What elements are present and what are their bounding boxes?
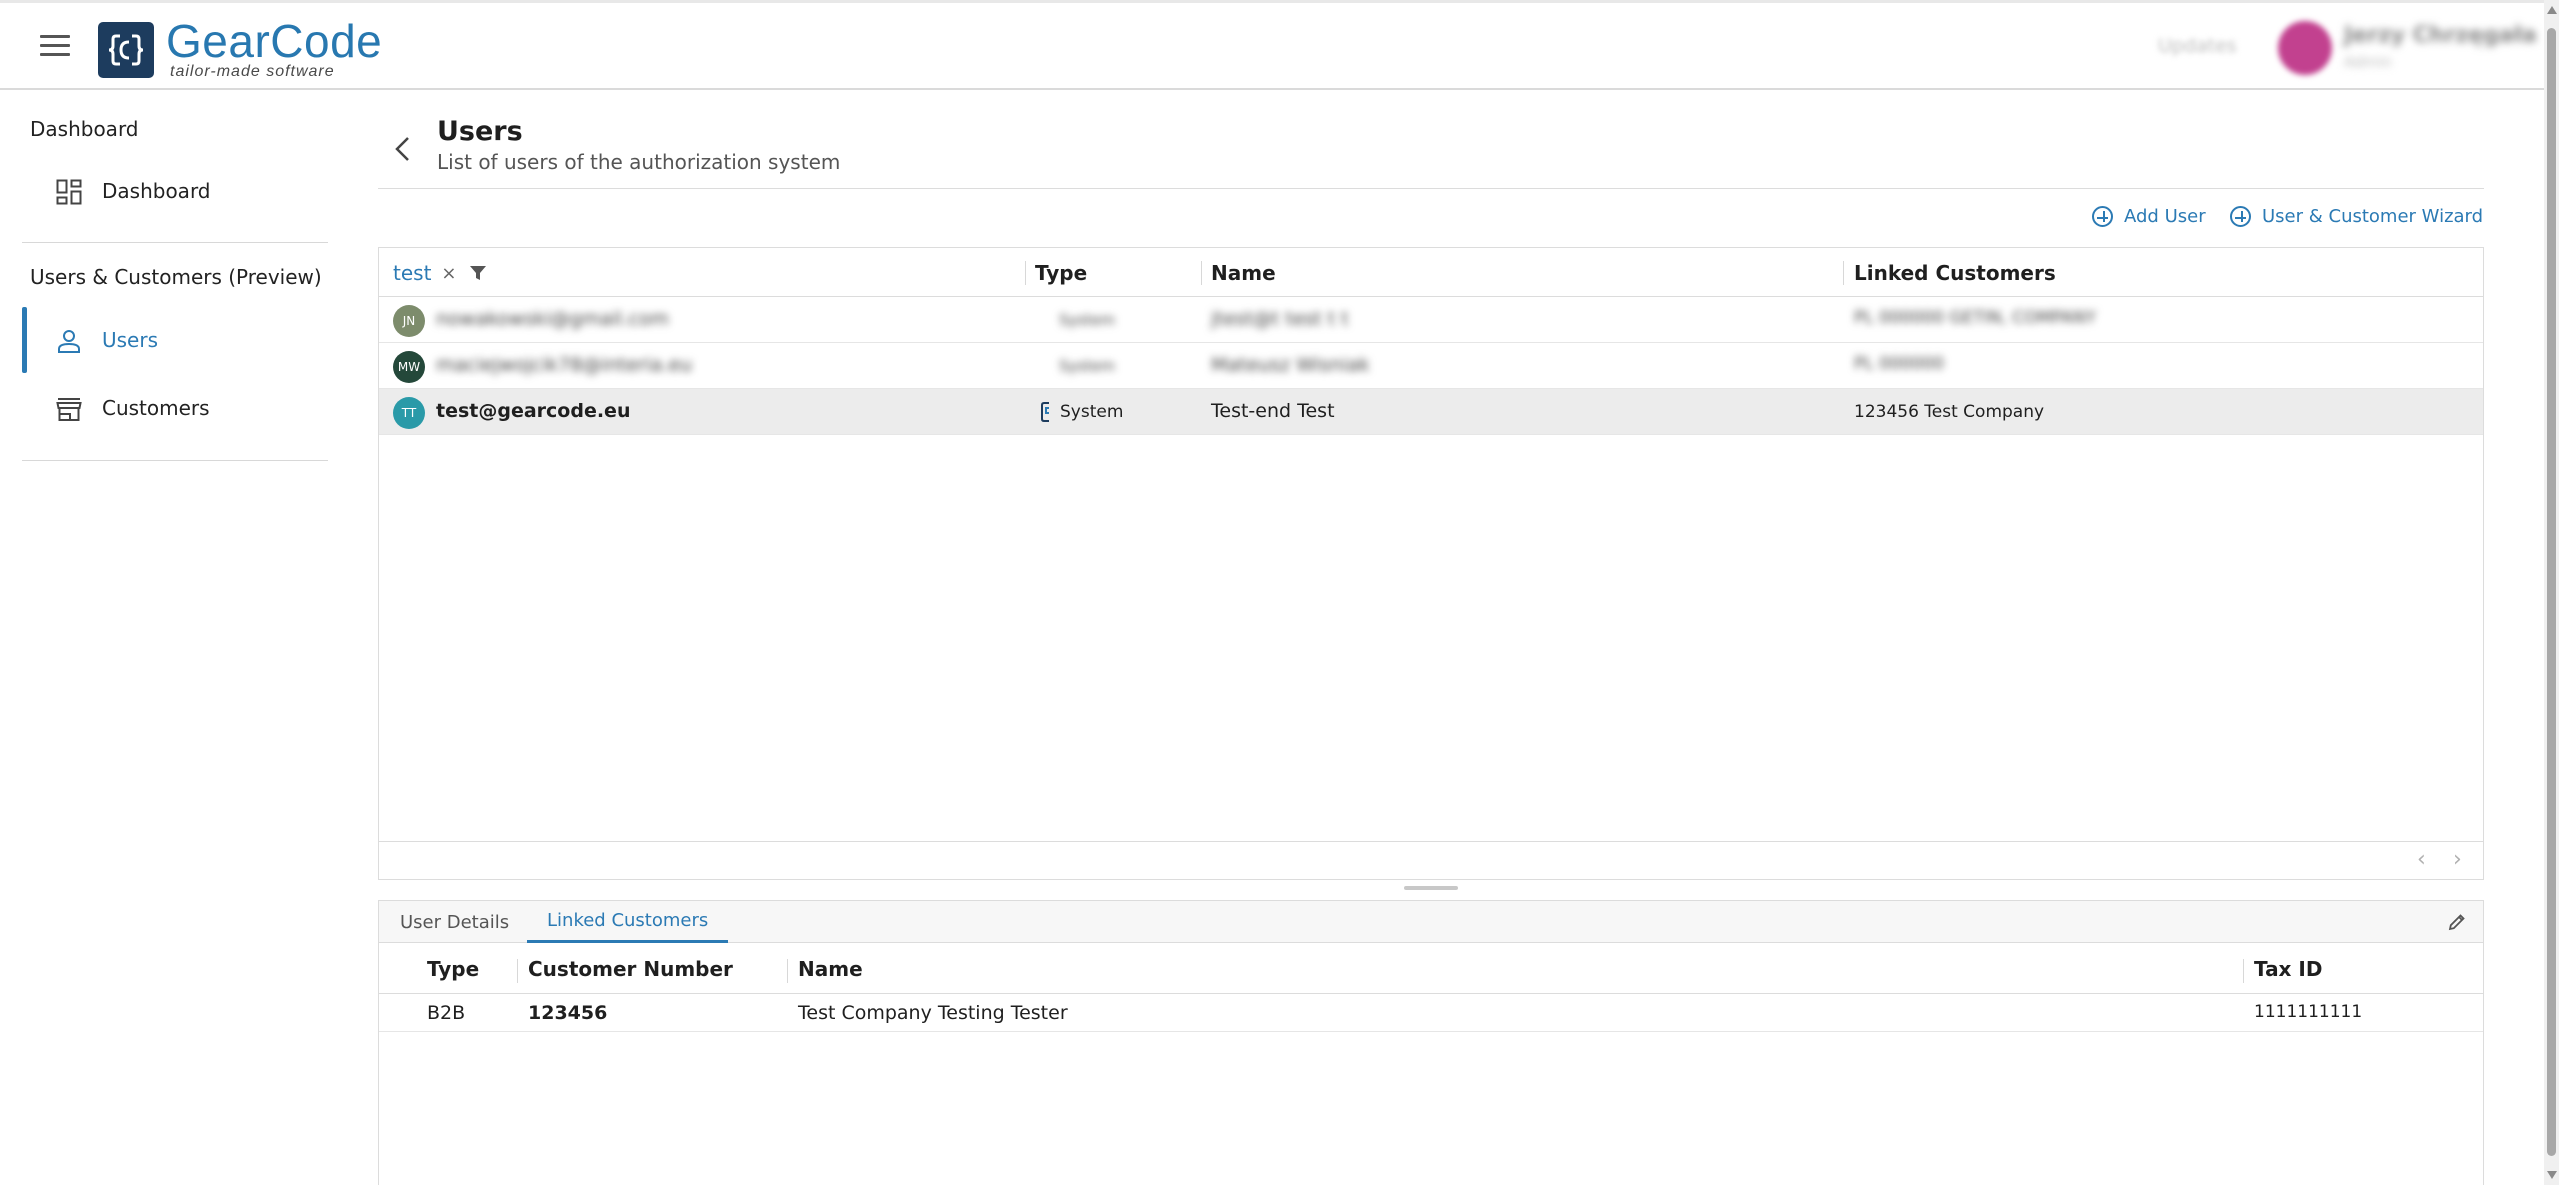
add-circle-icon (2092, 206, 2113, 227)
sidebar-section-dashboard: Dashboard (30, 117, 139, 141)
column-separator[interactable] (517, 959, 518, 983)
customer-type: B2B (427, 1002, 466, 1024)
customer-name: Test Company Testing Tester (798, 1002, 1068, 1024)
customer-number: 123456 (528, 1002, 608, 1024)
user-linked-customers: PL 000000 (1854, 354, 1945, 374)
user-name[interactable]: Jerzy Chrzęgała (2344, 23, 2537, 48)
next-page-icon[interactable]: › (2453, 849, 2462, 871)
column-header-tax-id[interactable]: Tax ID (2254, 957, 2322, 981)
user-email: nowakowski@gmail.com (436, 308, 669, 330)
prev-page-icon[interactable]: ‹ (2417, 849, 2426, 871)
filter-value: test (393, 261, 432, 285)
scroll-thumb[interactable] (2547, 28, 2556, 1156)
page-subtitle: List of users of the authorization syste… (437, 150, 841, 174)
sidebar-item-label: Dashboard (102, 179, 211, 203)
user-avatar-small: TT (393, 397, 425, 429)
tab-linked-customers[interactable]: Linked Customers (527, 901, 729, 943)
column-header-customer-number[interactable]: Customer Number (528, 957, 733, 981)
table-row[interactable]: B2B 123456 Test Company Testing Tester 1… (379, 994, 2483, 1032)
back-arrow-icon[interactable] (390, 134, 416, 164)
user-name-cell: Mateusz Wisniak (1211, 354, 1370, 376)
user-linked-customers: 123456 Test Company (1854, 402, 2045, 422)
panel-resize-handle[interactable] (1404, 886, 1458, 890)
logo-mark-icon (98, 22, 154, 78)
table-row[interactable]: TT test@gearcode.eu System Test-end Test… (379, 389, 2483, 435)
sidebar-item-dashboard[interactable]: Dashboard (22, 162, 328, 220)
add-user-button[interactable]: Add User (2092, 206, 2206, 227)
sidebar-item-users[interactable]: Users (22, 307, 328, 373)
column-header-name[interactable]: Name (1211, 261, 1276, 285)
detail-tabs: User Details Linked Customers (379, 901, 2483, 943)
user-customer-wizard-button[interactable]: User & Customer Wizard (2230, 206, 2483, 227)
user-avatar-small: MW (393, 351, 425, 383)
sidebar-section-users-customers: Users & Customers (Preview) (30, 265, 322, 289)
user-linked-customers: PL 000000 GETIN, COMPANY (1854, 308, 2097, 328)
column-separator[interactable] (1201, 261, 1202, 285)
edit-pencil-icon[interactable] (2447, 912, 2467, 932)
user-name-cell: Test-end Test (1211, 400, 1335, 422)
sidebar-item-label: Customers (102, 396, 210, 420)
email-filter[interactable]: test × (393, 261, 487, 285)
user-type: System (1059, 311, 1115, 329)
users-grid: test × Type Name Linked Customers JN now… (378, 247, 2484, 880)
column-header-customer-name[interactable]: Name (798, 957, 863, 981)
person-icon (58, 330, 80, 353)
system-type-icon (1041, 402, 1049, 422)
add-circle-icon (2230, 206, 2251, 227)
logo-name: GearCode (166, 15, 383, 67)
hamburger-menu-icon[interactable] (40, 35, 70, 59)
user-role: Admin (2344, 53, 2392, 71)
tab-user-details[interactable]: User Details (400, 901, 509, 943)
table-row[interactable]: MW maciejwojcik78@interia.eu System Mate… (379, 343, 2483, 389)
filter-funnel-icon[interactable] (469, 264, 487, 282)
sidebar-divider (22, 242, 328, 243)
scroll-up-icon[interactable] (2547, 6, 2557, 14)
user-type: System (1059, 357, 1115, 375)
user-email: test@gearcode.eu (436, 400, 631, 422)
clear-filter-icon[interactable]: × (441, 263, 456, 284)
user-avatar-small: JN (393, 305, 425, 337)
wizard-label: User & Customer Wizard (2262, 206, 2484, 227)
column-separator[interactable] (1025, 261, 1026, 285)
detail-panel: User Details Linked Customers Type Custo… (378, 900, 2484, 1185)
top-header: GearCode tailor-made software Updates Je… (0, 0, 2544, 90)
table-row[interactable]: JN nowakowski@gmail.com System jtest@t t… (379, 297, 2483, 343)
user-name-cell: jtest@t test t t (1211, 308, 1349, 330)
user-type: System (1060, 402, 1124, 422)
page-title: Users (437, 116, 523, 147)
user-email: maciejwojcik78@interia.eu (436, 354, 693, 376)
dashboard-grid-icon (56, 179, 82, 205)
column-header-type[interactable]: Type (1035, 261, 1087, 285)
grid-footer: ‹ › (379, 841, 2483, 879)
scroll-down-icon[interactable] (2547, 1171, 2557, 1179)
page-head-divider (378, 188, 2484, 189)
store-icon (56, 398, 82, 421)
sidebar: Dashboard Dashboard Users & Customers (P… (0, 92, 345, 1185)
column-separator[interactable] (2243, 959, 2244, 983)
grid-header: test × Type Name Linked Customers (379, 248, 2483, 297)
column-header-customer-type[interactable]: Type (427, 957, 479, 981)
sidebar-item-customers[interactable]: Customers (22, 379, 328, 437)
column-separator[interactable] (1843, 261, 1844, 285)
add-user-label: Add User (2124, 206, 2206, 227)
header-link[interactable]: Updates (2158, 35, 2237, 57)
sidebar-item-label: Users (102, 328, 159, 352)
column-header-linked-customers[interactable]: Linked Customers (1854, 261, 2056, 285)
page-scrollbar[interactable] (2544, 0, 2559, 1185)
column-separator[interactable] (787, 959, 788, 983)
sidebar-divider (22, 460, 328, 461)
gearcode-logo[interactable]: GearCode tailor-made software (98, 15, 383, 81)
user-avatar[interactable] (2278, 21, 2332, 75)
customer-tax-id: 1111111111 (2254, 1002, 2363, 1022)
